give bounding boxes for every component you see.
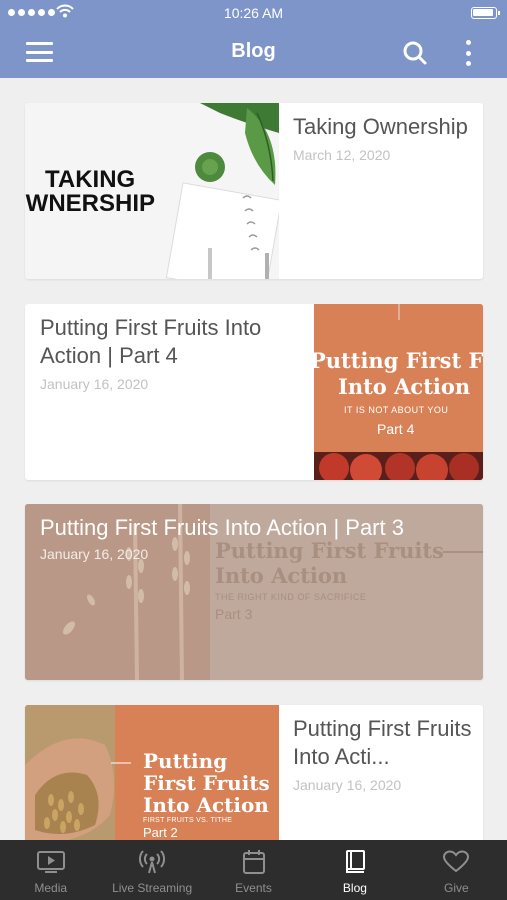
post-thumbnail: TAKING OWNERSHIP	[25, 103, 279, 279]
thumbnail-part: Part 3	[215, 606, 253, 622]
thumbnail-subtitle: FIRST FRUITS VS. TITHE	[143, 817, 233, 824]
tab-label: Media	[34, 881, 68, 895]
status-bar: 10:26 AM	[0, 0, 507, 26]
tab-label: Events	[235, 881, 272, 895]
post-thumbnail: Putting First Fruits Into Action FIRST F…	[25, 705, 279, 845]
post-date: March 12, 2020	[293, 147, 391, 163]
thumbnail-text: First Fruits	[143, 771, 270, 795]
thumbnail-text: OWNERSHIP	[25, 190, 156, 217]
bottom-tab-bar: Media Live Streaming Events Blog Give	[0, 840, 507, 900]
post-date: January 16, 2020	[40, 376, 149, 392]
battery-icon	[471, 7, 500, 19]
tab-label: Blog	[342, 881, 367, 895]
thumbnail-text: Putting First Fruits	[314, 348, 483, 373]
calendar-icon	[242, 850, 265, 874]
post-title: Putting First Fruits Into Acti...	[293, 716, 472, 769]
post-title: Putting First Fruits Into Action | Part …	[40, 315, 262, 368]
thumbnail-part: Part 4	[377, 421, 415, 437]
thumbnail-subtitle: IT IS NOT ABOUT YOU	[344, 405, 449, 415]
thumbnail-text: Into Action	[143, 793, 269, 817]
broadcast-icon	[139, 850, 166, 874]
search-icon[interactable]	[402, 40, 428, 66]
post-date: January 16, 2020	[40, 546, 149, 562]
post-title: Taking Ownership	[293, 114, 468, 139]
page-title: Blog	[231, 40, 276, 62]
tab-live-streaming[interactable]: Live Streaming	[101, 840, 202, 900]
thumbnail-part: Part 2	[143, 825, 178, 840]
app-header: Blog	[0, 26, 507, 78]
status-time: 10:26 AM	[223, 5, 284, 21]
tab-label: Live Streaming	[112, 881, 193, 895]
post-date: January 16, 2020	[293, 777, 402, 793]
tv-play-icon	[36, 851, 65, 873]
thumbnail-text: TAKING	[45, 166, 136, 193]
blog-post-card[interactable]: Putting First Fruits Into Action THE RIG…	[25, 504, 483, 680]
tab-label: Give	[443, 881, 469, 895]
post-info: Putting First Fruits Into Action | Part …	[40, 314, 305, 392]
tab-give[interactable]: Give	[406, 840, 507, 900]
book-icon	[345, 850, 365, 873]
post-info: Putting First Fruits Into Action | Part …	[40, 514, 470, 562]
post-thumbnail: Putting First Fruits Into Action IT IS N…	[314, 304, 483, 480]
more-options-icon[interactable]	[464, 40, 472, 66]
post-info: Taking Ownership March 12, 2020	[293, 113, 473, 163]
thumbnail-text: Putting	[143, 749, 228, 773]
tab-blog[interactable]: Blog	[304, 840, 405, 900]
thumbnail-text: Into Action	[215, 563, 348, 588]
heart-icon	[443, 850, 470, 873]
tab-media[interactable]: Media	[0, 840, 101, 900]
blog-post-card[interactable]: Putting First Fruits Into Action FIRST F…	[25, 705, 483, 845]
blog-post-card[interactable]: TAKING OWNERSHIP Taking Ownership March …	[25, 103, 483, 279]
thumbnail-text: Into Action	[338, 374, 471, 399]
tab-events[interactable]: Events	[203, 840, 304, 900]
post-title: Putting First Fruits Into Action | Part …	[40, 515, 404, 540]
thumbnail-subtitle: THE RIGHT KIND OF SACRIFICE	[215, 592, 367, 602]
post-info: Putting First Fruits Into Acti... Januar…	[293, 715, 473, 793]
blog-post-card[interactable]: Putting First Fruits Into Action | Part …	[25, 304, 483, 480]
